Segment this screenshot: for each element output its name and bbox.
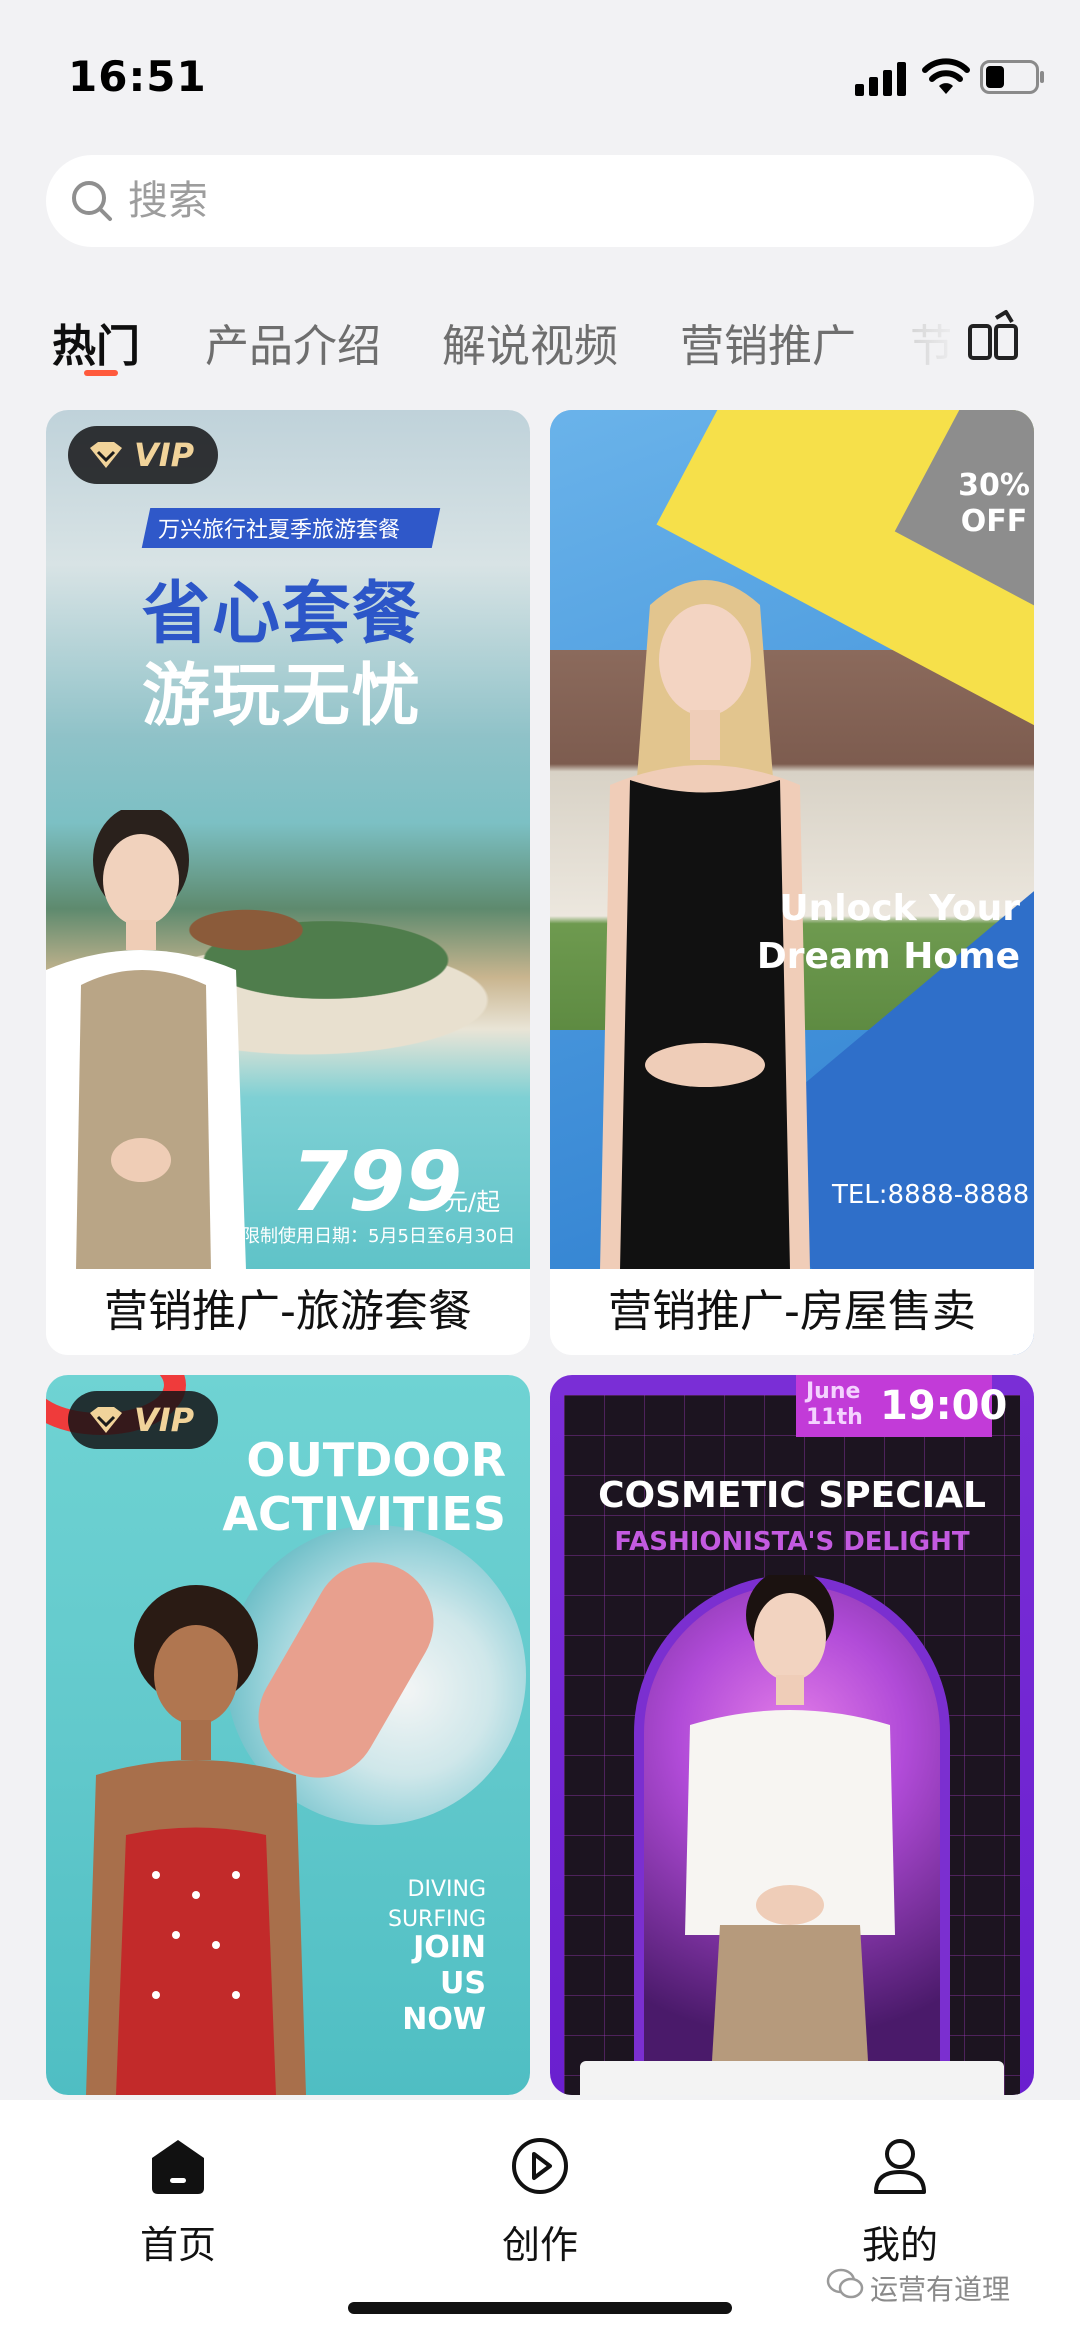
wechat-icon <box>826 2268 864 2299</box>
nav-create[interactable]: 创作 <box>440 2136 640 2267</box>
join-cta: JOIN US NOW <box>402 1930 486 2037</box>
nav-create-label: 创作 <box>501 2223 578 2267</box>
tagline: Unlock Your Dream Home <box>756 888 1020 977</box>
promo-subtitle: FASHIONISTA'S DELIGHT <box>614 1527 970 1557</box>
home-indicator[interactable] <box>348 2302 732 2314</box>
vip-badge: VIP <box>68 426 218 484</box>
sale-label: 30% OFF <box>958 468 1030 539</box>
tab-product-intro[interactable]: 产品介绍 <box>205 310 381 374</box>
vip-badge: VIP <box>68 1391 218 1449</box>
home-icon <box>152 2140 204 2194</box>
nav-home[interactable]: 首页 <box>78 2136 278 2267</box>
template-card-real-estate[interactable]: 30% OFF Unlock Your Dream Home TEL:8888-… <box>550 410 1034 1355</box>
status-bar: 16:51 <box>0 0 1080 150</box>
vip-label: VIP <box>134 1401 195 1439</box>
card-caption: 营销推广-旅游套餐 <box>46 1269 530 1355</box>
wifi-icon <box>922 58 970 94</box>
search-input[interactable]: 搜索 <box>46 155 1034 247</box>
vip-label: VIP <box>134 436 195 474</box>
template-card-travel[interactable]: 万兴旅行社夏季旅游套餐 省心套餐 游玩无忧 799 元/起 限制使用日期：5月5… <box>46 410 530 1355</box>
event-time: 19:00 <box>880 1383 1008 1429</box>
category-tabs: 热门 产品介绍 解说视频 营销推广 节 <box>0 300 1080 390</box>
nav-profile-label: 我的 <box>861 2223 938 2267</box>
card-caption: 营销推广-房屋售卖 <box>550 1269 1034 1355</box>
watermark: 运营有道理 <box>870 2273 1011 2306</box>
presenter-avatar <box>46 810 246 1270</box>
template-card-outdoor[interactable]: OUTDOOR ACTIVITIES DIVING SURFING JOIN U… <box>46 1375 530 2095</box>
cellular-signal-icon <box>855 62 906 96</box>
nav-profile[interactable]: 我的 <box>800 2136 1000 2267</box>
template-thumbnail: OUTDOOR ACTIVITIES DIVING SURFING JOIN U… <box>46 1375 530 2095</box>
tab-explainer-video[interactable]: 解说视频 <box>442 310 618 374</box>
valid-dates: 限制使用日期：5月5日至6月30日 <box>242 1226 516 1247</box>
activity-list: DIVING SURFING <box>387 1877 486 1932</box>
template-thumbnail: 万兴旅行社夏季旅游套餐 省心套餐 游玩无忧 799 元/起 限制使用日期：5月5… <box>46 410 530 1270</box>
price: 799 <box>291 1135 463 1230</box>
template-thumbnail: June 11th 19:00 COSMETIC SPECIAL FASHION… <box>550 1375 1034 2095</box>
product-strip <box>580 2061 1004 2095</box>
template-thumbnail: 30% OFF Unlock Your Dream Home TEL:8888-… <box>550 410 1034 1355</box>
template-card-cosmetic[interactable]: June 11th 19:00 COSMETIC SPECIAL FASHION… <box>550 1375 1034 2095</box>
price-unit: 元/起 <box>444 1188 501 1216</box>
diamond-icon <box>90 442 122 468</box>
event-date: June 11th <box>806 1379 863 1430</box>
search-placeholder: 搜索 <box>128 178 208 224</box>
promo-title: OUTDOOR ACTIVITIES <box>222 1433 506 1541</box>
nav-home-label: 首页 <box>139 2223 216 2267</box>
status-time: 16:51 <box>68 52 207 101</box>
headline-secondary: 游玩无忧 <box>142 657 423 736</box>
battery-icon <box>980 60 1044 94</box>
presenter-avatar <box>685 1575 895 2095</box>
ribbon-text: 万兴旅行社夏季旅游套餐 <box>158 518 401 543</box>
search-icon <box>72 181 112 221</box>
tab-hot[interactable]: 热门 <box>52 310 140 374</box>
category-menu-icon[interactable] <box>966 308 1022 364</box>
presenter-avatar <box>86 1585 306 2095</box>
diamond-icon <box>90 1407 122 1433</box>
active-tab-indicator <box>84 370 118 376</box>
promo-title: COSMETIC SPECIAL <box>598 1475 986 1516</box>
user-icon <box>874 2139 926 2194</box>
tab-marketing[interactable]: 营销推广 <box>680 310 856 374</box>
play-circle-icon <box>512 2138 568 2194</box>
phone-number: TEL:8888-8888 <box>832 1180 1030 1210</box>
